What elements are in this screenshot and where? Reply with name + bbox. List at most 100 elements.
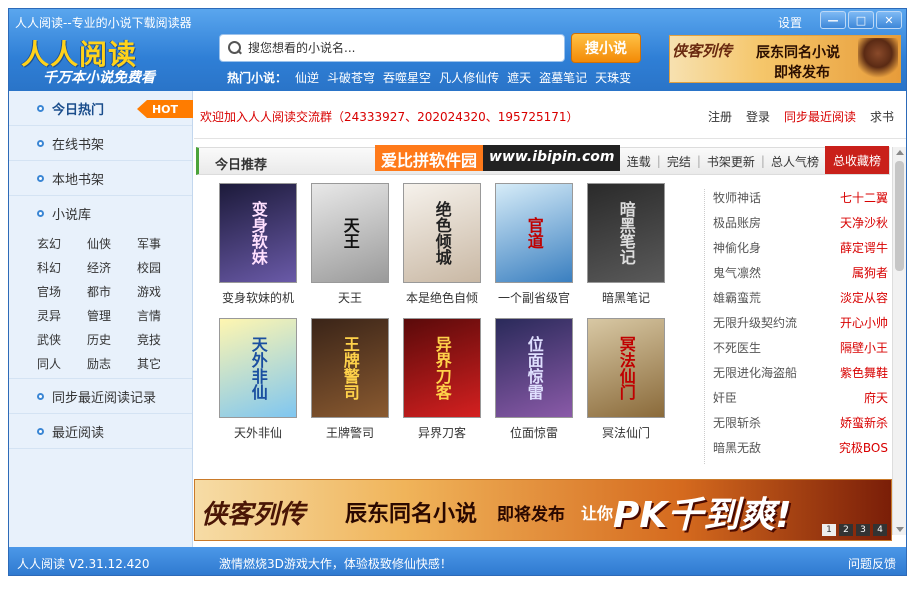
request-book-link[interactable]: 求书 <box>870 108 894 125</box>
settings-link[interactable]: 设置 <box>778 14 802 31</box>
book-title[interactable]: 天王 <box>338 289 362 306</box>
book-title[interactable]: 变身软妹的机 <box>222 289 294 306</box>
book-cover[interactable]: 冥法仙门 <box>587 318 665 418</box>
category-link[interactable]: 其它 <box>137 355 187 372</box>
book-cover[interactable]: 异界刀客 <box>403 318 481 418</box>
ranking-book[interactable]: 无限升级契约流 <box>713 314 797 339</box>
book-card[interactable]: 天外非仙 天外非仙 <box>212 318 304 441</box>
header-ad-banner[interactable]: 侠客列传 辰东同名小说 即将发布 <box>669 35 901 83</box>
banner-page-button[interactable]: 3 <box>856 524 870 536</box>
scroll-thumb[interactable] <box>895 161 904 271</box>
tab-total-popularity[interactable]: 总人气榜 <box>765 153 825 170</box>
category-link[interactable]: 军事 <box>137 235 187 252</box>
hot-novel-link[interactable]: 凡人修仙传 <box>439 69 499 86</box>
category-link[interactable]: 历史 <box>87 331 137 348</box>
register-link[interactable]: 注册 <box>708 108 732 125</box>
book-card[interactable]: 王牌警司 王牌警司 <box>304 318 396 441</box>
category-link[interactable]: 游戏 <box>137 283 187 300</box>
book-title[interactable]: 一个副省级官 <box>498 289 570 306</box>
ranking-author[interactable]: 天净沙秋 <box>840 214 888 239</box>
ranking-book[interactable]: 无限进化海盗船 <box>713 364 797 389</box>
book-title[interactable]: 王牌警司 <box>326 424 374 441</box>
ranking-author[interactable]: 淡定从容 <box>840 289 888 314</box>
book-title[interactable]: 暗黑笔记 <box>602 289 650 306</box>
ranking-book[interactable]: 牧师神话 <box>713 189 761 214</box>
banner-page-button[interactable]: 4 <box>873 524 887 536</box>
scrollbar[interactable] <box>892 147 906 535</box>
tab-completed[interactable]: 完结 <box>661 153 697 170</box>
category-link[interactable]: 仙侠 <box>87 235 137 252</box>
hot-novel-link[interactable]: 斗破苍穹 <box>327 69 375 86</box>
ranking-book[interactable]: 极品账房 <box>713 214 761 239</box>
hot-novel-link[interactable]: 吞噬星空 <box>383 69 431 86</box>
hot-novel-link[interactable]: 天珠变 <box>595 69 631 86</box>
sidebar-item-local-shelf[interactable]: 本地书架 <box>9 161 192 196</box>
category-link[interactable]: 经济 <box>87 259 137 276</box>
ranking-author[interactable]: 究极BOS <box>839 439 888 464</box>
category-link[interactable]: 官场 <box>37 283 87 300</box>
ranking-author[interactable]: 府天 <box>864 389 888 414</box>
book-title[interactable]: 冥法仙门 <box>602 424 650 441</box>
category-link[interactable]: 言情 <box>137 307 187 324</box>
sidebar-item-library[interactable]: 小说库 <box>9 196 192 231</box>
category-link[interactable]: 校园 <box>137 259 187 276</box>
category-link[interactable]: 励志 <box>87 355 137 372</box>
ranking-author[interactable]: 薛定谔牛 <box>840 239 888 264</box>
category-link[interactable]: 灵异 <box>37 307 87 324</box>
maximize-button[interactable]: □ <box>848 11 874 29</box>
ranking-author[interactable]: 七十二翼 <box>840 189 888 214</box>
ranking-author[interactable]: 娇蛮新杀 <box>840 414 888 439</box>
book-card[interactable]: 异界刀客 异界刀客 <box>396 318 488 441</box>
ranking-book[interactable]: 鬼气凛然 <box>713 264 761 289</box>
search-button[interactable]: 搜小说 <box>571 33 641 63</box>
banner-page-button[interactable]: 2 <box>839 524 853 536</box>
banner-page-button[interactable]: 1 <box>822 524 836 536</box>
tab-serializing[interactable]: 连载 <box>621 153 657 170</box>
book-cover[interactable]: 绝色倾城 <box>403 183 481 283</box>
category-link[interactable]: 都市 <box>87 283 137 300</box>
ranking-author[interactable]: 隔壁小王 <box>840 339 888 364</box>
book-card[interactable]: 变身软妹 变身软妹的机 <box>212 183 304 306</box>
book-cover[interactable]: 王牌警司 <box>311 318 389 418</box>
ranking-book[interactable]: 奸臣 <box>713 389 737 414</box>
book-cover[interactable]: 天王 <box>311 183 389 283</box>
ranking-book[interactable]: 暗黑无敌 <box>713 439 761 464</box>
sidebar-item-recent-reading[interactable]: 最近阅读 <box>9 414 192 449</box>
book-cover[interactable]: 天外非仙 <box>219 318 297 418</box>
hot-novel-link[interactable]: 仙逆 <box>295 69 319 86</box>
search-input[interactable] <box>248 41 548 55</box>
book-card[interactable]: 暗黑笔记 暗黑笔记 <box>580 183 672 306</box>
book-card[interactable]: 位面惊雷 位面惊雷 <box>488 318 580 441</box>
tab-shelf-update[interactable]: 书架更新 <box>701 153 761 170</box>
hot-novel-link[interactable]: 遮天 <box>507 69 531 86</box>
scroll-up-icon[interactable] <box>896 150 904 155</box>
sidebar-item-online-shelf[interactable]: 在线书架 <box>9 126 192 161</box>
ranking-author[interactable]: 属狗者 <box>852 264 888 289</box>
category-link[interactable]: 竞技 <box>137 331 187 348</box>
book-cover[interactable]: 位面惊雷 <box>495 318 573 418</box>
category-link[interactable]: 武侠 <box>37 331 87 348</box>
book-card[interactable]: 绝色倾城 本是绝色自倾 <box>396 183 488 306</box>
close-button[interactable]: ✕ <box>876 11 902 29</box>
category-link[interactable]: 管理 <box>87 307 137 324</box>
book-card[interactable]: 官道 一个副省级官 <box>488 183 580 306</box>
ranking-book[interactable]: 无限斩杀 <box>713 414 761 439</box>
category-link[interactable]: 科幻 <box>37 259 87 276</box>
sync-recent-link[interactable]: 同步最近阅读 <box>784 108 856 125</box>
status-ad-link[interactable]: 激情燃烧3D游戏大作，体验极致修仙快感！ <box>219 555 452 572</box>
book-card[interactable]: 冥法仙门 冥法仙门 <box>580 318 672 441</box>
ranking-book[interactable]: 神偷化身 <box>713 239 761 264</box>
sidebar-item-today-hot[interactable]: 今日热门 HOT <box>9 91 193 126</box>
tab-total-favorites[interactable]: 总收藏榜 <box>824 146 889 174</box>
login-link[interactable]: 登录 <box>746 108 770 125</box>
ranking-author[interactable]: 紫色舞鞋 <box>840 364 888 389</box>
book-title[interactable]: 位面惊雷 <box>510 424 558 441</box>
hot-novel-link[interactable]: 盗墓笔记 <box>539 69 587 86</box>
book-title[interactable]: 异界刀客 <box>418 424 466 441</box>
minimize-button[interactable]: — <box>820 11 846 29</box>
feedback-link[interactable]: 问题反馈 <box>848 555 896 572</box>
ranking-author[interactable]: 开心小帅 <box>840 314 888 339</box>
book-cover[interactable]: 官道 <box>495 183 573 283</box>
book-card[interactable]: 天王 天王 <box>304 183 396 306</box>
book-title[interactable]: 天外非仙 <box>234 424 282 441</box>
